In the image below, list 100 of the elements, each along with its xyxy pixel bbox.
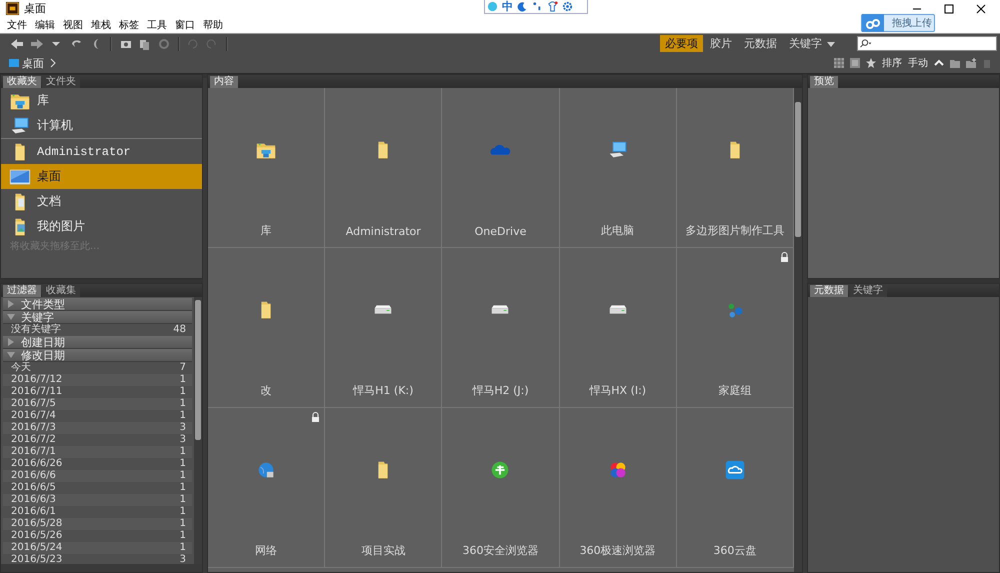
workspace-tab[interactable]: 元数据 [739, 35, 782, 52]
filter-count: 3 [180, 554, 186, 566]
menu-item[interactable]: 帮助 [203, 18, 223, 32]
upload-button[interactable]: 拖拽上传 [861, 14, 935, 32]
menu-item[interactable]: 文件 [7, 18, 27, 32]
item-name: 项目实战 [361, 543, 406, 558]
menu-item[interactable]: 窗口 [175, 18, 195, 32]
back-arrow-icon[interactable] [10, 38, 24, 50]
favorite-item[interactable]: 文档 [1, 189, 202, 214]
filter-label: 没有关键字 [11, 324, 61, 336]
filter-row[interactable]: 2016/7/3 3 [3, 422, 192, 434]
filter-group-header[interactable]: 修改日期 [3, 349, 192, 362]
favorite-item[interactable]: 桌面 [1, 164, 202, 189]
thumbnail-cell[interactable]: 网络 [208, 408, 326, 568]
filter-row[interactable]: 2016/7/4 1 [3, 410, 192, 422]
filter-group-header[interactable]: 创建日期 [3, 336, 192, 349]
panel-tab[interactable]: 文件夹 [42, 76, 80, 88]
item-name: 悍马H2 (J:) [472, 383, 529, 398]
thumbnail-cell[interactable]: 项目实战 [325, 408, 442, 568]
favorite-item[interactable]: 库 [1, 88, 202, 113]
thumbnail-cell[interactable]: 悍马H1 (K:) [325, 248, 442, 408]
punctuation-icon[interactable] [532, 1, 543, 12]
item-name: 360安全浏览器 [462, 543, 538, 558]
thumbnail-cell[interactable]: 库 [208, 88, 326, 248]
filter-row[interactable]: 2016/6/26 1 [3, 458, 192, 470]
filter-group-header[interactable]: 文件类型 [3, 298, 192, 311]
close-icon[interactable] [976, 4, 986, 14]
filter-label: 2016/7/12 [11, 374, 62, 386]
thumbnail-cell[interactable]: OneDrive [442, 88, 560, 248]
filter-row[interactable]: 2016/7/5 1 [3, 398, 192, 410]
filter-row[interactable]: 2016/6/6 1 [3, 470, 192, 482]
filter-row[interactable]: 没有关键字 48 [3, 324, 192, 336]
filter-row[interactable]: 2016/6/1 1 [3, 506, 192, 518]
workspace-tab[interactable]: 必要项 [660, 35, 703, 52]
panel-tab[interactable]: 预览 [810, 76, 838, 88]
chevron-up-icon[interactable] [934, 58, 944, 68]
sort-dropdown[interactable]: 手动 [908, 56, 928, 70]
thumbnail-cell[interactable]: 360安全浏览器 [442, 408, 560, 568]
star-icon[interactable] [866, 58, 876, 68]
thumbnail-grid-icon[interactable] [834, 58, 844, 68]
filter-row[interactable]: 2016/7/12 1 [3, 374, 192, 386]
filter-label: 2016/5/28 [11, 518, 62, 530]
menu-item[interactable]: 工具 [147, 18, 167, 32]
filter-row[interactable]: 2016/7/2 3 [3, 434, 192, 446]
filter-count: 1 [180, 398, 186, 410]
filter-group-header[interactable]: 关键字 [3, 311, 192, 324]
ime-mode-toggle[interactable]: 中 [502, 0, 513, 14]
panel-tab[interactable]: 收藏夹 [3, 76, 41, 88]
menu-item[interactable]: 标签 [119, 18, 139, 32]
scroll-bar[interactable] [794, 88, 802, 572]
filter-count: 1 [180, 446, 186, 458]
filter-count: 1 [180, 374, 186, 386]
item-name: 库 [260, 223, 272, 238]
scroll-bar[interactable] [194, 297, 202, 564]
menu-item[interactable]: 视图 [63, 18, 83, 32]
filter-row[interactable]: 2016/5/23 3 [3, 554, 192, 566]
breadcrumb[interactable]: 桌面 [9, 56, 44, 70]
panel-tab[interactable]: 元数据 [810, 285, 848, 297]
menu-item[interactable]: 堆栈 [91, 18, 111, 32]
thumbnail-cell[interactable]: 悍马HX (I:) [560, 248, 677, 408]
favorite-item[interactable]: 计算机 [1, 113, 202, 138]
triangle-right-icon [7, 300, 15, 308]
filter-row[interactable]: 2016/5/28 1 [3, 518, 192, 530]
panel-tab[interactable]: 过滤器 [3, 285, 41, 297]
thumbnail-cell[interactable]: 360极速浏览器 [560, 408, 677, 568]
moon-icon[interactable] [517, 1, 528, 12]
filter-row[interactable]: 2016/5/26 1 [3, 530, 192, 542]
filter-row[interactable]: 2016/6/3 1 [3, 494, 192, 506]
sort-label: 排序 [882, 56, 902, 70]
panel-tab[interactable]: 内容 [210, 76, 238, 88]
search-field[interactable] [857, 36, 997, 51]
shirt-icon[interactable] [547, 1, 558, 12]
thumbnail-cell[interactable]: 此电脑 [560, 88, 677, 248]
forward-arrow-icon[interactable] [30, 38, 44, 50]
filter-label: 今天 [11, 362, 31, 374]
filter-row[interactable]: 2016/5/24 1 [3, 542, 192, 554]
workspace-tab[interactable]: 胶片 [705, 35, 737, 52]
thumbnail-cell[interactable]: 改 [208, 248, 326, 408]
favorite-item[interactable]: 我的图片 [1, 214, 202, 239]
folder-icon[interactable] [950, 58, 960, 68]
workspace-tab[interactable]: 关键字 [784, 35, 841, 52]
new-folder-icon[interactable] [966, 58, 976, 68]
panel-tab[interactable]: 收藏集 [42, 285, 80, 297]
chevron-right-icon[interactable] [49, 58, 57, 68]
settings-icon[interactable] [562, 1, 573, 12]
item-name: 360云盘 [713, 543, 756, 558]
item-name: 改 [260, 383, 272, 398]
panel-tab[interactable]: 关键字 [849, 285, 887, 297]
thumbnail-cell[interactable]: Administrator [325, 88, 442, 248]
filter-row[interactable]: 2016/7/11 1 [3, 386, 192, 398]
thumbnail-cell[interactable]: 悍马H2 (J:) [442, 248, 560, 408]
copy-icon[interactable] [138, 38, 152, 50]
filter-label: 2016/7/11 [11, 386, 62, 398]
filter-row[interactable]: 2016/7/1 1 [3, 446, 192, 458]
menu-item[interactable]: 编辑 [35, 18, 55, 32]
filter-count: 1 [180, 518, 186, 530]
filter-row[interactable]: 2016/6/5 1 [3, 482, 192, 494]
filter-row[interactable]: 今天 7 [3, 362, 192, 374]
filter-count: 48 [173, 324, 186, 336]
maximize-icon[interactable] [944, 4, 954, 14]
